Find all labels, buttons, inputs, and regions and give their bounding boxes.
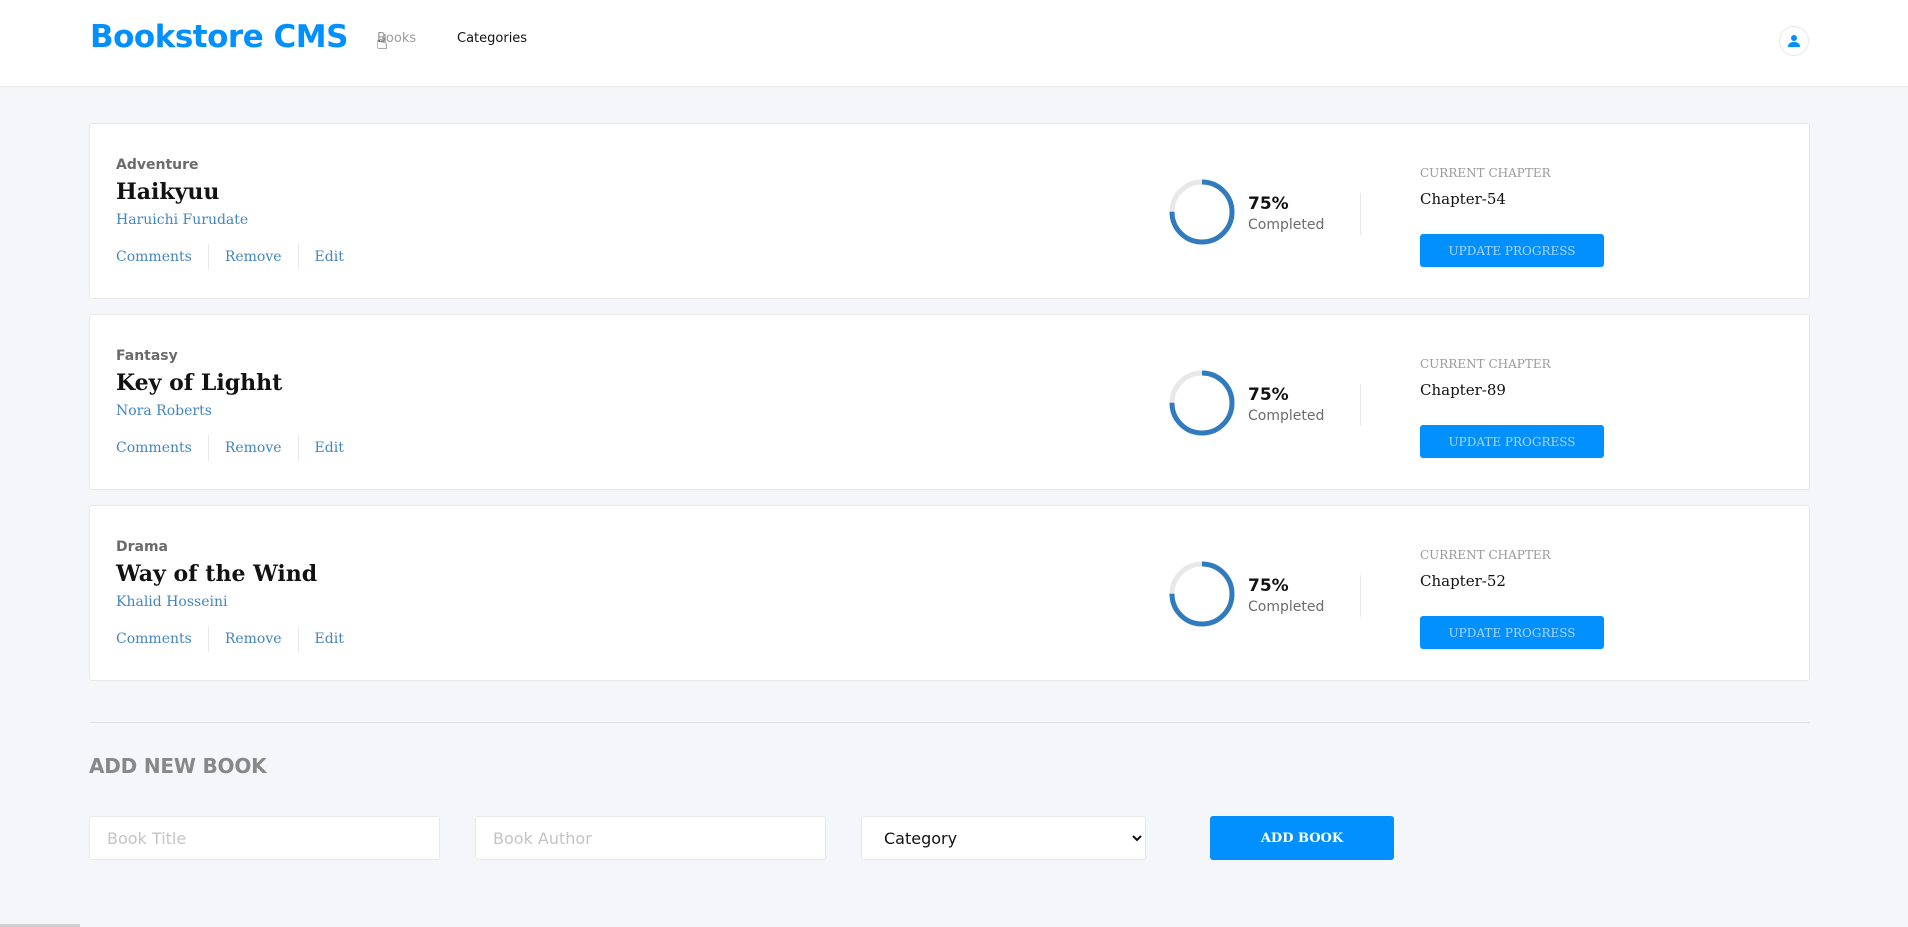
update-progress-button[interactable]: UPDATE PROGRESS	[1420, 425, 1604, 458]
progress-completed-label: Completed	[1248, 599, 1325, 615]
book-author[interactable]: Haruichi Furudate	[116, 212, 248, 228]
book-author-input[interactable]	[475, 816, 826, 860]
book-card: Adventure Haikyuu Haruichi Furudate Comm…	[89, 123, 1810, 299]
book-author[interactable]: Nora Roberts	[116, 403, 212, 419]
current-chapter-label: CURRENT CHAPTER	[1420, 166, 1551, 180]
comments-button[interactable]: Comments	[116, 440, 208, 456]
add-book-heading: ADD NEW BOOK	[89, 754, 267, 778]
app-logo[interactable]: Bookstore CMS	[90, 19, 348, 55]
book-actions: Comments Remove Edit	[116, 435, 360, 461]
book-card: Drama Way of the Wind Khalid Hosseini Co…	[89, 505, 1810, 681]
app-header: Bookstore CMS Books Categories ☝	[0, 0, 1908, 87]
progress-completed-label: Completed	[1248, 217, 1325, 233]
book-title: Way of the Wind	[116, 561, 318, 587]
book-genre: Drama	[116, 539, 169, 555]
progress-percent: 75%	[1248, 576, 1289, 596]
progress-divider	[1360, 384, 1361, 426]
category-select[interactable]: Category	[861, 816, 1146, 860]
book-genre: Adventure	[116, 157, 199, 173]
progress-ring	[1169, 370, 1235, 436]
section-divider	[89, 722, 1810, 723]
current-chapter-value: Chapter-52	[1420, 572, 1506, 590]
progress-percent: 75%	[1248, 194, 1289, 214]
book-genre: Fantasy	[116, 348, 178, 364]
nav-link-books[interactable]: Books	[377, 31, 416, 46]
book-author[interactable]: Khalid Hosseini	[116, 594, 227, 610]
edit-button[interactable]: Edit	[299, 631, 360, 647]
book-card: Fantasy Key of Lighht Nora Roberts Comme…	[89, 314, 1810, 490]
progress-divider	[1360, 575, 1361, 617]
progress-ring	[1169, 179, 1235, 245]
comments-button[interactable]: Comments	[116, 249, 208, 265]
edit-button[interactable]: Edit	[299, 249, 360, 265]
current-chapter-value: Chapter-89	[1420, 381, 1506, 399]
progress-divider	[1360, 193, 1361, 235]
remove-button[interactable]: Remove	[209, 249, 298, 265]
progress-percent: 75%	[1248, 385, 1289, 405]
update-progress-button[interactable]: UPDATE PROGRESS	[1420, 616, 1604, 649]
remove-button[interactable]: Remove	[209, 440, 298, 456]
current-chapter-label: CURRENT CHAPTER	[1420, 357, 1551, 371]
book-actions: Comments Remove Edit	[116, 244, 360, 270]
add-book-button[interactable]: ADD BOOK	[1210, 816, 1394, 860]
user-icon	[1788, 35, 1800, 47]
book-title: Key of Lighht	[116, 370, 283, 396]
remove-button[interactable]: Remove	[209, 631, 298, 647]
progress-ring	[1169, 561, 1235, 627]
current-chapter-value: Chapter-54	[1420, 190, 1506, 208]
book-title-input[interactable]	[89, 816, 440, 860]
comments-button[interactable]: Comments	[116, 631, 208, 647]
user-avatar-button[interactable]	[1779, 26, 1809, 56]
progress-completed-label: Completed	[1248, 408, 1325, 424]
nav-link-categories[interactable]: Categories	[457, 31, 527, 46]
book-actions: Comments Remove Edit	[116, 626, 360, 652]
update-progress-button[interactable]: UPDATE PROGRESS	[1420, 234, 1604, 267]
current-chapter-label: CURRENT CHAPTER	[1420, 548, 1551, 562]
edit-button[interactable]: Edit	[299, 440, 360, 456]
book-title: Haikyuu	[116, 179, 220, 205]
